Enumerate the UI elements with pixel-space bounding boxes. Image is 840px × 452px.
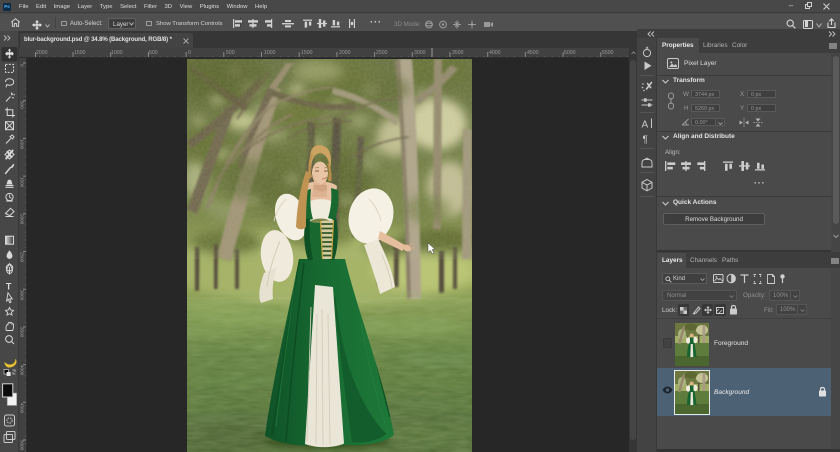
svg-text:3000: 3000	[414, 50, 426, 56]
svg-text:500: 500	[226, 50, 235, 56]
svg-text:2500: 2500	[20, 252, 25, 263]
svg-text:1000: 1000	[111, 50, 123, 56]
svg-text:T: T	[6, 282, 12, 292]
svg-text:5000: 5000	[20, 440, 25, 451]
svg-text:4500: 4500	[527, 50, 539, 56]
svg-text:1000: 1000	[264, 50, 276, 56]
svg-text:3000: 3000	[20, 290, 25, 301]
svg-text:¶: ¶	[643, 135, 648, 146]
svg-text:2000: 2000	[36, 50, 48, 56]
svg-text:2000: 2000	[339, 50, 351, 56]
svg-text:A: A	[642, 120, 649, 131]
svg-text:0: 0	[188, 50, 191, 56]
svg-text:1500: 1500	[74, 50, 86, 56]
svg-text:1500: 1500	[301, 50, 313, 56]
svg-text:2500: 2500	[376, 50, 388, 56]
svg-text:2000: 2000	[20, 214, 25, 225]
svg-text:500: 500	[20, 101, 25, 109]
svg-text:1500: 1500	[20, 177, 25, 188]
svg-text:4000: 4000	[20, 365, 25, 376]
svg-text:3500: 3500	[20, 327, 25, 338]
svg-text:4000: 4000	[489, 50, 501, 56]
svg-text:5500: 5500	[602, 50, 614, 56]
svg-text:3500: 3500	[452, 50, 464, 56]
svg-text:500: 500	[149, 50, 158, 56]
svg-text:4500: 4500	[20, 403, 25, 414]
svg-text:1000: 1000	[20, 139, 25, 150]
svg-text:0: 0	[20, 64, 25, 67]
svg-text:5000: 5000	[564, 50, 576, 56]
